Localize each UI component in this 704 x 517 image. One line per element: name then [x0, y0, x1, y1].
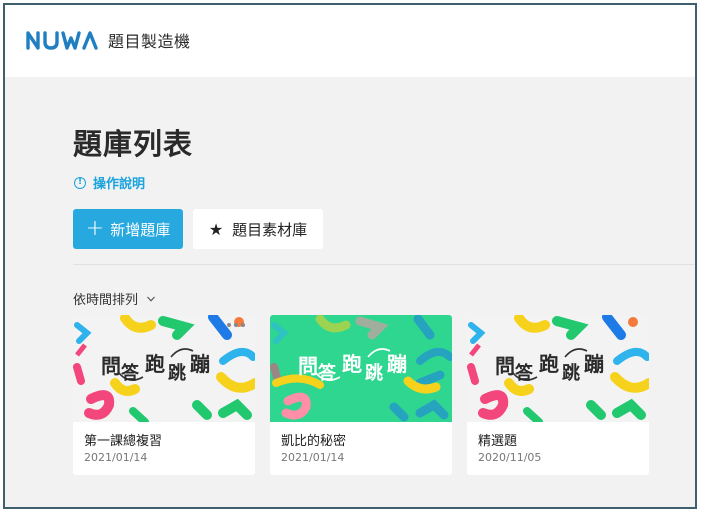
divider: [73, 264, 695, 265]
more-icon[interactable]: [227, 323, 245, 327]
bank-thumbnail: 問 答 跑 跳 蹦: [467, 315, 649, 422]
thumb-char-4: 跳: [562, 362, 580, 384]
bank-name: 精選題: [478, 434, 518, 449]
app-window: 題目製造機 題庫列表 ! 操作說明 + 新增題庫 ★ 題目素材庫 依時間排列 問…: [3, 3, 697, 509]
bank-card-1[interactable]: 問 答 跑 跳 蹦 第一課總複習 2021/01/14: [73, 315, 255, 475]
bank-thumbnail: 問 答 跑 跳 蹦: [73, 315, 255, 422]
thumb-char-1: 問: [101, 354, 121, 378]
sort-dropdown[interactable]: 依時間排列: [73, 289, 156, 308]
thumb-char-5: 蹦: [584, 352, 604, 376]
info-icon: !: [74, 176, 86, 189]
bank-card-3[interactable]: 問 答 跑 跳 蹦 精選題 2020/11/05: [467, 315, 649, 475]
bank-date: 2020/11/05: [478, 451, 542, 464]
app-name: 題目製造機: [108, 32, 191, 51]
add-bank-button[interactable]: + 新增題庫: [73, 209, 183, 249]
top-bar: 題目製造機: [5, 5, 695, 77]
nuwa-logo: [26, 30, 100, 50]
sort-label: 依時間排列: [73, 293, 139, 308]
star-icon: ★: [208, 219, 224, 239]
bank-thumbnail: 問 答 跑 跳 蹦: [270, 315, 452, 422]
nuwa-logo-mark: [26, 31, 98, 50]
bank-name: 第一課總複習: [84, 434, 163, 449]
thumb-char-2: 答: [318, 362, 337, 384]
materials-button[interactable]: ★ 題目素材庫: [193, 209, 323, 249]
thumb-char-3: 跑: [145, 352, 165, 376]
thumb-char-2: 答: [515, 362, 534, 384]
bank-name: 凱比的秘密: [281, 434, 347, 449]
help-link-label: 操作說明: [93, 177, 146, 192]
thumb-char-3: 跑: [342, 352, 362, 376]
thumb-char-3: 跑: [539, 352, 559, 376]
page-title: 題庫列表: [73, 127, 194, 161]
thumb-char-1: 問: [495, 354, 515, 378]
help-link[interactable]: ! 操作說明: [74, 173, 145, 192]
plus-icon: +: [85, 216, 105, 241]
thumb-char-5: 蹦: [387, 352, 407, 376]
thumb-char-5: 蹦: [190, 352, 210, 376]
chevron-down-icon: [147, 296, 155, 302]
thumb-char-4: 跳: [365, 362, 383, 384]
bank-date: 2021/01/14: [84, 451, 148, 464]
thumb-char-2: 答: [121, 362, 140, 384]
add-bank-label: 新增題庫: [110, 220, 171, 239]
thumb-char-4: 跳: [168, 362, 186, 384]
bank-date: 2021/01/14: [281, 451, 345, 464]
bank-card-2[interactable]: 問 答 跑 跳 蹦 凱比的秘密 2021/01/14: [270, 315, 452, 475]
brand[interactable]: 題目製造機: [26, 27, 191, 53]
materials-label: 題目素材庫: [232, 220, 308, 239]
thumb-char-1: 問: [298, 354, 318, 378]
main-content: 題庫列表 ! 操作說明 + 新增題庫 ★ 題目素材庫 依時間排列 問 答 跑 跳…: [5, 77, 695, 507]
